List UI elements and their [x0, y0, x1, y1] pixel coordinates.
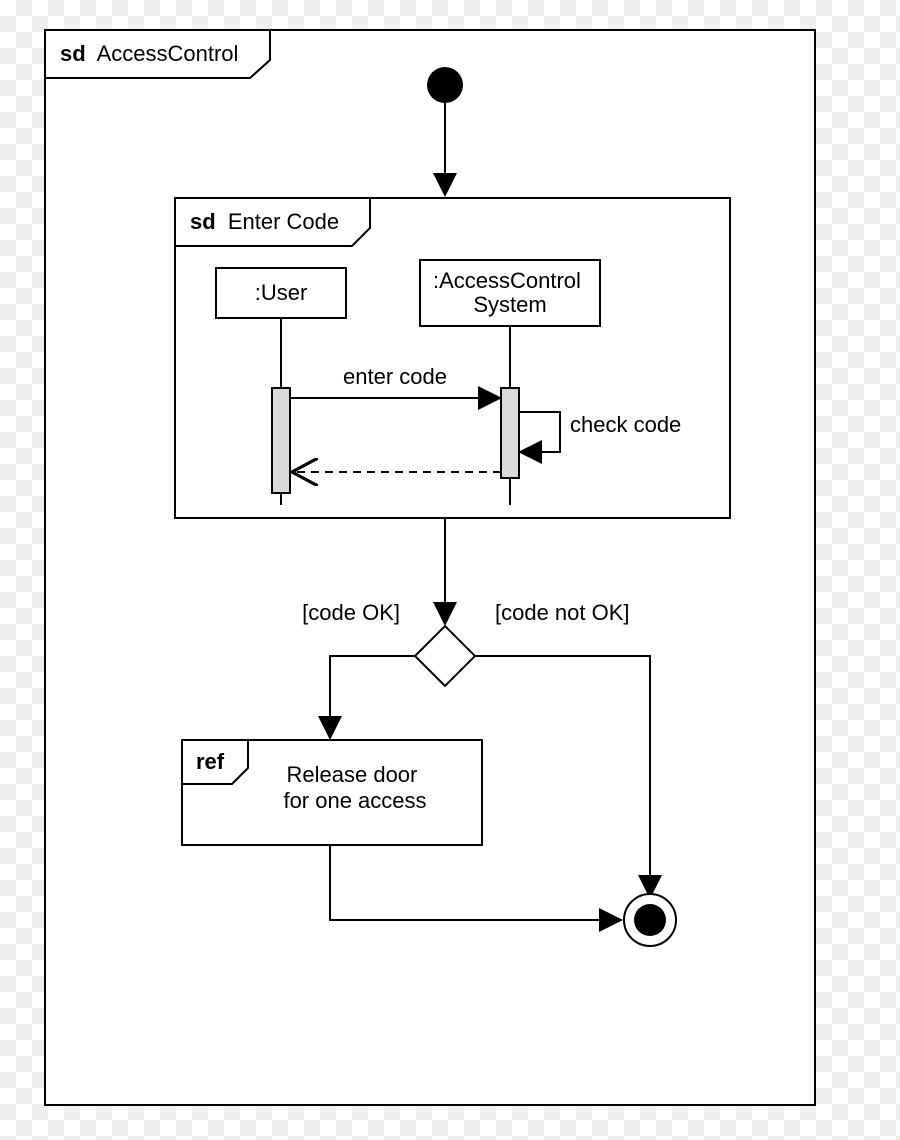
- inner-frame-title: Enter Code: [228, 209, 339, 234]
- initial-node-icon: [427, 67, 463, 103]
- ref-line-2: for one access: [283, 788, 426, 813]
- outer-frame-title: AccessControl: [97, 41, 239, 66]
- lifeline-system-label-2: System: [473, 292, 546, 317]
- ref-line-1: Release door: [287, 762, 418, 787]
- outer-frame-tag: sd: [60, 41, 86, 66]
- svg-text:sd AccessControl: sd AccessControl: [60, 41, 238, 66]
- guard-code-not-ok: [code not OK]: [495, 600, 630, 625]
- activation-system: [501, 388, 519, 478]
- lifeline-user-label: :User: [255, 280, 308, 305]
- final-node-icon: [624, 894, 676, 946]
- message-enter-code-label: enter code: [343, 364, 447, 389]
- ref-tag: ref: [196, 749, 225, 774]
- interaction-overview-diagram: sd AccessControl sd Enter Code :User :Ac…: [0, 0, 900, 1140]
- lifeline-system-label-1: :AccessControl: [433, 268, 581, 293]
- activation-user: [272, 388, 290, 493]
- svg-text:Release door for one access: Release door for one access: [283, 762, 426, 813]
- guard-code-ok: [code OK]: [302, 600, 400, 625]
- message-check-code-label: check code: [570, 412, 681, 437]
- svg-text:sd Enter Code: sd Enter Code: [190, 209, 339, 234]
- inner-frame-tag: sd: [190, 209, 216, 234]
